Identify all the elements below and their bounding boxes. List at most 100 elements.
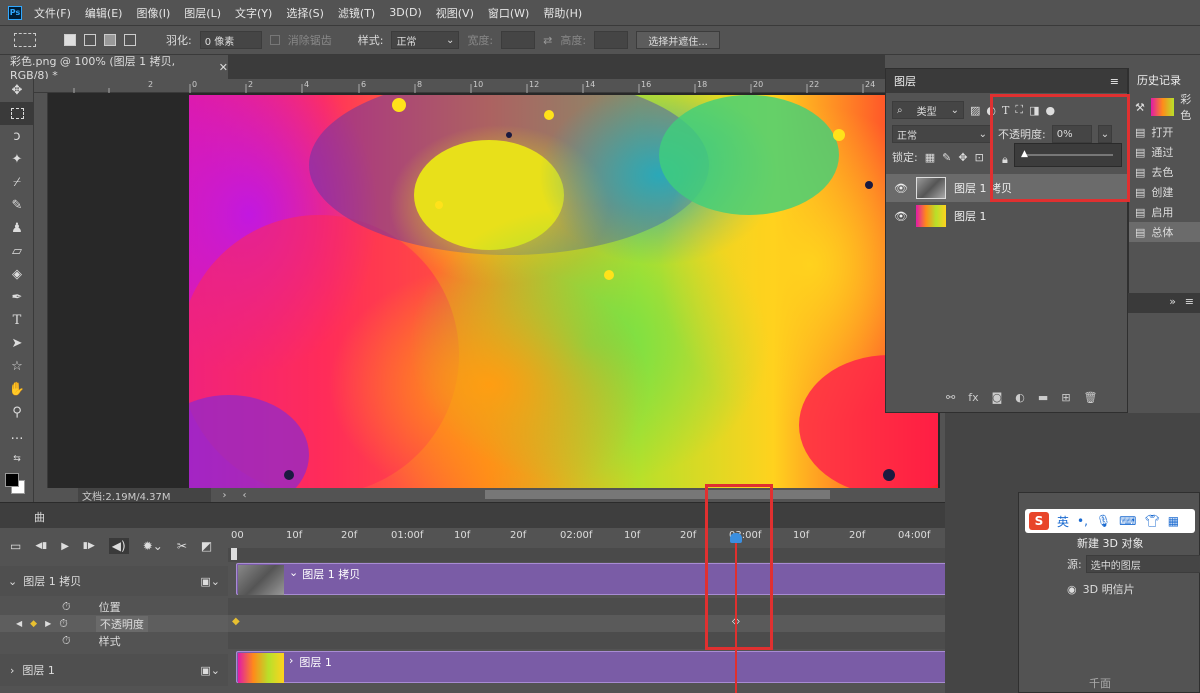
brush-source-icon[interactable]: ⚒ [1135,101,1145,114]
brush-tool-icon[interactable]: ✎ [0,194,34,217]
skin-icon[interactable]: 👕︎ [1144,514,1159,528]
eyedropper-tool-icon[interactable]: ⌿ [0,171,34,194]
lock-paint-icon[interactable]: ✎ [942,151,951,164]
filter-kind-select[interactable]: ⌕ 类型 ⌄ [892,101,964,119]
film-icon[interactable]: ▣⌄ [200,575,220,588]
property-row[interactable]: ⏱ 位置 [0,598,228,615]
history-item[interactable]: ▤ 去色 [1129,162,1200,182]
hand-tool-icon[interactable]: ✋ [0,378,34,401]
add-mask-icon[interactable]: ◙ [992,391,1003,404]
add-selection-icon[interactable] [84,34,96,46]
history-panel-tab[interactable]: 历史记录 [1129,68,1200,92]
move-tool-icon[interactable]: ✥ [0,79,34,102]
history-item[interactable]: ▤ 启用 [1129,202,1200,222]
source-select[interactable]: 选中的图层 [1085,555,1200,573]
stopwatch-icon[interactable]: ⏱ [62,634,71,648]
keyboard-icon[interactable]: ⌨ [1119,514,1136,528]
height-input[interactable] [594,31,629,49]
microphone-icon[interactable]: 🎙︎ [1096,514,1111,528]
eraser-tool-icon[interactable]: ▱ [0,240,34,263]
history-item-current[interactable]: ▤ 总体 [1129,222,1200,242]
path-select-tool-icon[interactable]: ➤ [0,332,34,355]
menu-3d[interactable]: 3D(D) [389,6,422,19]
subtract-selection-icon[interactable] [104,34,116,46]
swap-colors-icon[interactable]: ⇆ [0,447,34,470]
history-item[interactable]: ▤ 创建 [1129,182,1200,202]
menu-layer[interactable]: 图层(L) [184,5,221,21]
select-and-mask-button[interactable]: 选择并遮住... [636,31,721,49]
fx-icon[interactable]: fx [968,391,978,404]
style-select[interactable]: 正常 ⌄ [391,31,460,49]
image-filter-icon[interactable]: ▨ [970,104,980,117]
menu-select[interactable]: 选择(S) [286,5,324,21]
menu-window[interactable]: 窗口(W) [488,5,529,21]
blend-mode-select[interactable]: 正常 ⌄ [892,125,992,143]
work-area-bar[interactable] [228,548,945,562]
property-row[interactable]: ⏱ 样式 [0,632,228,649]
intersect-selection-icon[interactable] [124,34,136,46]
keyframe-start[interactable]: ◆ [232,616,240,627]
new-layer-icon[interactable]: ⊞ [1061,391,1070,404]
layers-panel-tab[interactable]: 图层 ≡ [886,69,1127,93]
chevron-down-icon[interactable]: ⌄ [8,575,17,588]
property-row-opacity[interactable]: ◀ ◆ ▶ ⏱ 不透明度 [0,615,228,632]
play-icon[interactable]: ▶ [61,541,69,552]
lock-position-icon[interactable]: ✥ [958,151,967,164]
menu-edit[interactable]: 编辑(E) [85,5,123,21]
chevron-left-icon[interactable]: ‹ [243,490,247,501]
keyframe-icon[interactable]: ◆ [30,619,37,629]
eye-icon[interactable]: 👁︎ [894,210,908,223]
document-tab[interactable]: 彩色.png @ 100% (图层 1 拷贝, RGB/8) * ✕ [0,55,228,82]
grid-icon[interactable]: ▦ [1168,514,1179,528]
close-icon[interactable]: ✕ [219,61,228,74]
eye-icon[interactable]: 👁︎ [894,182,908,195]
render-video-icon[interactable]: ▭ [10,539,21,553]
collapse-icon[interactable]: » [1169,295,1176,308]
ime-language[interactable]: 英 [1057,513,1069,530]
transition-icon[interactable]: ◩ [201,539,212,553]
new-adjustment-icon[interactable]: ◐ [1015,391,1025,404]
menu-file[interactable]: 文件(F) [34,5,71,21]
lock-transparent-icon[interactable]: ▦ [925,151,935,164]
next-keyframe-icon[interactable]: ▶ [45,619,51,628]
delete-layer-icon[interactable]: 🗑︎ [1084,391,1098,404]
history-snapshot[interactable]: ⚒ 彩色 [1129,92,1200,122]
radio-selected-icon[interactable]: ◉ [1067,583,1077,596]
marquee-tool-icon[interactable] [0,102,34,125]
track-header-layer-1[interactable]: › 图层 1 ▣⌄ [0,654,228,686]
timeline-ruler[interactable]: 00 10f 20f 01:00f 10f 20f 02:00f 10f 20f… [228,528,945,548]
menu-help[interactable]: 帮助(H) [543,5,582,21]
type-tool-icon[interactable]: T [0,309,34,332]
prev-keyframe-icon[interactable]: ◀ [16,619,22,628]
film-icon[interactable]: ▣⌄ [200,664,220,677]
new-group-icon[interactable]: ▬ [1038,391,1048,404]
shape-tool-icon[interactable]: ☆ [0,355,34,378]
audio-icon[interactable]: ◀) [108,538,129,554]
magic-wand-tool-icon[interactable]: ✦ [0,148,34,171]
layer-name[interactable]: 图层 1 [954,208,987,224]
stamp-tool-icon[interactable]: ♟ [0,217,34,240]
color-swatches[interactable] [0,470,34,500]
horizontal-scrollbar[interactable] [485,490,830,499]
clip-layer-copy[interactable]: ⌄ 图层 1 拷贝 [236,563,951,595]
swap-icon[interactable]: ⇄ [543,34,552,47]
width-input[interactable] [501,31,536,49]
lasso-tool-icon[interactable]: ↄ [0,125,34,148]
more-tools-icon[interactable]: … [0,424,34,447]
stopwatch-icon[interactable]: ⏱ [62,600,71,614]
previous-frame-icon[interactable]: ◀▮ [35,541,47,551]
new-selection-icon[interactable] [64,34,76,46]
menu-view[interactable]: 视图(V) [436,5,474,21]
pen-tool-icon[interactable]: ✒ [0,286,34,309]
layer-row-1[interactable]: 👁︎ 图层 1 [886,202,1127,230]
next-frame-icon[interactable]: ▮▶ [83,541,95,551]
zoom-tool-icon[interactable]: ⚲ [0,401,34,424]
punctuation-icon[interactable]: •, [1077,514,1088,528]
track-header-layer-copy[interactable]: ⌄ 图层 1 拷贝 ▣⌄ [0,566,228,596]
panel-menu-icon[interactable]: ≡ [1185,295,1194,308]
history-item[interactable]: ▤ 打开 [1129,122,1200,142]
bucket-tool-icon[interactable]: ◈ [0,263,34,286]
panel-menu-icon[interactable]: ≡ [1110,75,1119,88]
antialias-checkbox[interactable] [269,35,280,45]
menu-image[interactable]: 图像(I) [136,5,170,21]
